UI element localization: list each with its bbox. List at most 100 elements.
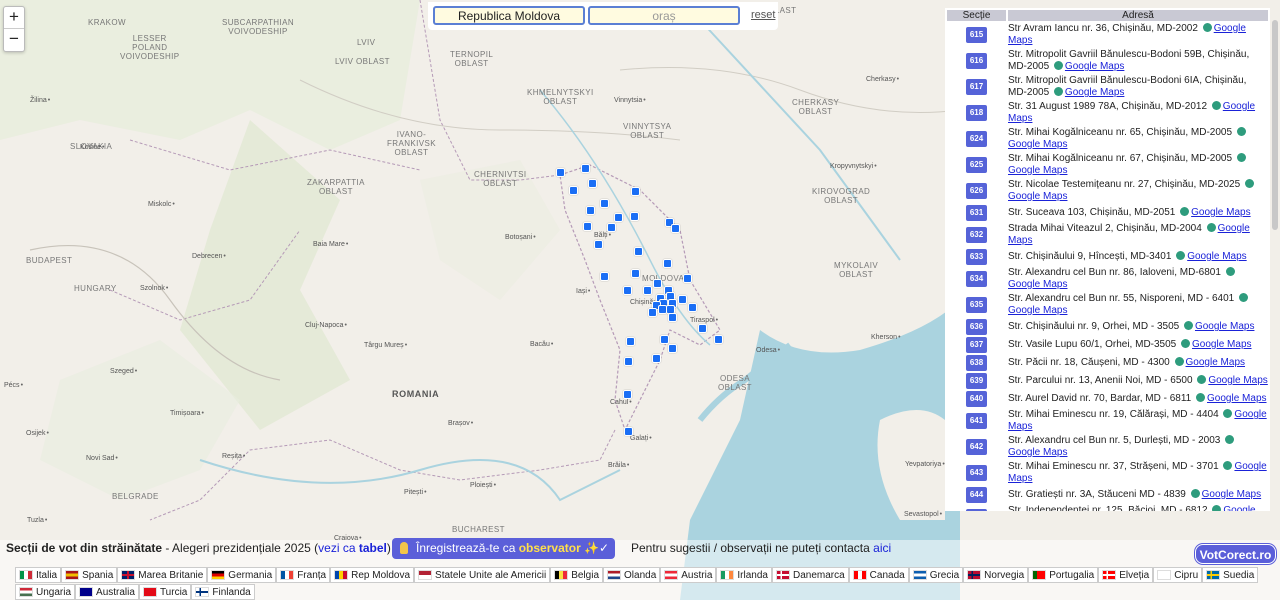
- polling-station-marker[interactable]: [624, 427, 633, 436]
- country-button[interactable]: Belgia: [550, 567, 604, 583]
- section-cell: 625: [947, 153, 1006, 177]
- table-view-link[interactable]: vezi ca tabel: [318, 541, 387, 555]
- polling-station-marker[interactable]: [652, 354, 661, 363]
- country-button[interactable]: Elveția: [1098, 567, 1154, 583]
- zoom-in-button[interactable]: +: [4, 7, 24, 29]
- country-button[interactable]: Cipru: [1153, 567, 1203, 583]
- city-input[interactable]: [588, 6, 740, 25]
- google-maps-link[interactable]: Google Maps: [1186, 357, 1245, 368]
- polling-station-marker[interactable]: [581, 164, 590, 173]
- polling-station-marker[interactable]: [668, 344, 677, 353]
- polling-station-marker[interactable]: [688, 303, 697, 312]
- flag-icon: [121, 570, 136, 580]
- observer-register-button[interactable]: Înregistrează-te ca observator ✨✓: [392, 538, 615, 559]
- polling-station-marker[interactable]: [630, 212, 639, 221]
- google-maps-link[interactable]: Google Maps: [1065, 61, 1124, 72]
- table-row: 644 Str. Gratiești nr. 3A, Stăuceni MD - …: [947, 487, 1268, 503]
- google-maps-link[interactable]: Google Maps: [1008, 139, 1067, 150]
- polling-station-marker[interactable]: [653, 279, 662, 288]
- country-button[interactable]: Germania: [207, 567, 277, 583]
- panel-scrollbar[interactable]: [1272, 20, 1278, 230]
- polling-station-marker[interactable]: [623, 390, 632, 399]
- section-badge: 643: [965, 465, 988, 481]
- polling-station-marker[interactable]: [626, 337, 635, 346]
- polling-station-marker[interactable]: [663, 259, 672, 268]
- country-button[interactable]: Olanda: [603, 567, 661, 583]
- google-maps-link[interactable]: Google Maps: [1195, 321, 1254, 332]
- polling-station-marker[interactable]: [588, 179, 597, 188]
- polling-station-marker[interactable]: [660, 335, 669, 344]
- city-label: Bălți: [594, 232, 611, 239]
- polling-station-marker[interactable]: [614, 213, 623, 222]
- polling-station-marker[interactable]: [586, 206, 595, 215]
- polling-station-marker[interactable]: [600, 272, 609, 281]
- polling-station-marker[interactable]: [668, 313, 677, 322]
- google-maps-link[interactable]: Google Maps: [1008, 191, 1067, 202]
- polling-station-marker[interactable]: [631, 187, 640, 196]
- country-button[interactable]: Norvegia: [963, 567, 1029, 583]
- google-maps-link[interactable]: Google Maps: [1008, 279, 1067, 290]
- polling-station-marker[interactable]: [623, 286, 632, 295]
- google-maps-link[interactable]: Google Maps: [1208, 375, 1267, 386]
- polling-station-marker[interactable]: [569, 186, 578, 195]
- contact-text: Pentru sugestii / observații ne puteți c…: [631, 541, 891, 555]
- votcorect-brand-button[interactable]: VotCorect.ro: [1195, 544, 1276, 564]
- section-cell: 636: [947, 319, 1006, 335]
- table-row: 617 Str. Mitropolit Gavriil Bănulescu-Bod…: [947, 75, 1268, 99]
- country-button[interactable]: Marea Britanie: [117, 567, 208, 583]
- google-maps-link[interactable]: Google Maps: [1202, 489, 1261, 500]
- google-maps-link[interactable]: Google Maps: [1065, 87, 1124, 98]
- polling-station-marker[interactable]: [607, 223, 616, 232]
- globe-icon: [1244, 179, 1254, 188]
- country-button[interactable]: Italia: [15, 567, 62, 583]
- country-button[interactable]: Portugalia: [1028, 567, 1099, 583]
- country-button[interactable]: Austria: [660, 567, 717, 583]
- polling-station-marker[interactable]: [600, 199, 609, 208]
- address-cell: Str. Păcii nr. 18, Căușeni, MD - 4300 Go…: [1008, 355, 1268, 371]
- country-button[interactable]: Statele Unite ale Americii: [414, 567, 551, 583]
- country-button[interactable]: Rep Moldova: [330, 567, 415, 583]
- polling-station-marker[interactable]: [556, 168, 565, 177]
- polling-station-marker[interactable]: [634, 247, 643, 256]
- google-maps-link[interactable]: Google Maps: [1192, 339, 1251, 350]
- polling-stations-panel[interactable]: Secție Adresă 615 Str Avram Iancu nr. 36,…: [945, 8, 1270, 511]
- google-maps-link[interactable]: Google Maps: [1008, 305, 1067, 316]
- country-input[interactable]: [433, 6, 585, 25]
- address-text: Str. Independenței nr. 125, Băcioi, MD -…: [1008, 505, 1208, 511]
- google-maps-link[interactable]: Google Maps: [1207, 393, 1266, 404]
- country-button[interactable]: Grecia: [908, 567, 964, 583]
- polling-station-marker[interactable]: [671, 224, 680, 233]
- country-button[interactable]: Suedia: [1202, 567, 1259, 583]
- country-button[interactable]: Australia: [75, 584, 139, 600]
- polling-station-marker[interactable]: [594, 240, 603, 249]
- country-button[interactable]: Danemarca: [771, 567, 849, 583]
- google-maps-link[interactable]: Google Maps: [1008, 165, 1067, 176]
- polling-station-marker[interactable]: [624, 357, 633, 366]
- google-maps-link[interactable]: Google Maps: [1187, 251, 1246, 262]
- polling-station-marker[interactable]: [698, 324, 707, 333]
- polling-station-marker[interactable]: [583, 222, 592, 231]
- zoom-out-button[interactable]: −: [4, 29, 24, 51]
- polling-station-marker[interactable]: [631, 269, 640, 278]
- polling-station-marker[interactable]: [678, 295, 687, 304]
- country-button[interactable]: Canada: [848, 567, 909, 583]
- country-button[interactable]: Spania: [61, 567, 118, 583]
- contact-link[interactable]: aici: [873, 541, 891, 555]
- polling-station-marker[interactable]: [648, 308, 657, 317]
- country-button[interactable]: Ungaria: [15, 584, 76, 600]
- polling-station-marker[interactable]: [643, 286, 652, 295]
- country-button[interactable]: Turcia: [138, 584, 192, 600]
- polling-station-marker[interactable]: [714, 335, 723, 344]
- google-maps-link[interactable]: Google Maps: [1008, 447, 1067, 458]
- table-link-text: vezi ca: [318, 541, 359, 555]
- country-button[interactable]: Finlanda: [191, 584, 255, 600]
- polling-station-marker[interactable]: [683, 274, 692, 283]
- country-button[interactable]: Franța: [276, 567, 331, 583]
- address-cell: Str. Gratiești nr. 3A, Stăuceni MD - 483…: [1008, 487, 1268, 503]
- country-button[interactable]: Irlanda: [716, 567, 772, 583]
- reset-link[interactable]: reset: [751, 9, 775, 21]
- globe-icon: [1053, 61, 1063, 70]
- google-maps-link[interactable]: Google Maps: [1191, 207, 1250, 218]
- region-label: KRAKOW: [88, 18, 126, 27]
- region-label: KHMELNYTSKYI OBLAST: [527, 88, 594, 106]
